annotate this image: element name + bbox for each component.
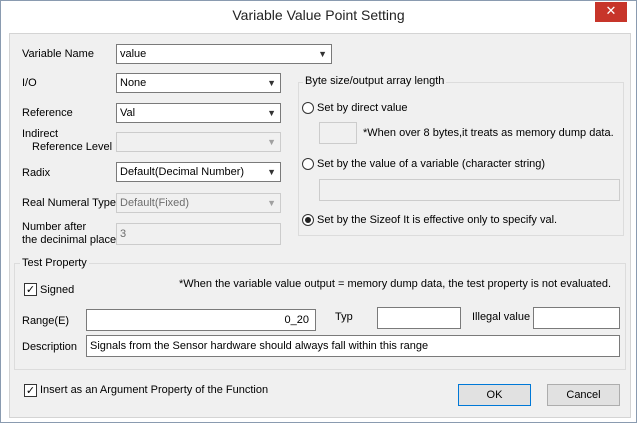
- test-property-note: *When the variable value output = memory…: [179, 278, 611, 290]
- reference-value: Val: [120, 107, 136, 119]
- radio-sizeof-label[interactable]: Set by the Sizeof It is effective only t…: [317, 214, 557, 226]
- close-button[interactable]: ✕: [595, 2, 627, 22]
- indirect-label-line1: Indirect: [22, 128, 59, 140]
- chevron-down-icon: ▼: [267, 78, 276, 88]
- variable-name-label: Variable Name: [22, 48, 94, 60]
- range-input[interactable]: 0_20: [86, 309, 316, 331]
- dialog-body: Variable Name value ▼ I/O None ▼ Referen…: [9, 33, 631, 418]
- illegal-value-input[interactable]: [533, 307, 620, 329]
- ok-button[interactable]: OK: [458, 384, 531, 406]
- direct-value-note: *When over 8 bytes,it treats as memory d…: [363, 127, 614, 139]
- reference-label: Reference: [22, 107, 73, 119]
- chevron-down-icon: ▼: [267, 198, 276, 208]
- close-icon: ✕: [605, 4, 617, 19]
- radix-label: Radix: [22, 167, 51, 179]
- radix-value: Default(Decimal Number): [120, 166, 245, 178]
- real-numeral-type-value: Default(Fixed): [120, 197, 190, 209]
- io-combo[interactable]: None ▼: [116, 73, 281, 93]
- chevron-down-icon: ▼: [267, 108, 276, 118]
- checkmark-icon: ✓: [25, 283, 36, 296]
- radio-direct-value-label[interactable]: Set by direct value: [317, 102, 408, 114]
- direct-value-input[interactable]: [319, 122, 357, 144]
- radix-combo[interactable]: Default(Decimal Number) ▼: [116, 162, 281, 182]
- decimal-places-input[interactable]: 3: [116, 223, 281, 245]
- real-numeral-type-label: Real Numeral Type: [22, 197, 116, 209]
- range-label: Range(E): [22, 315, 70, 327]
- title-bar[interactable]: Variable Value Point Setting ✕: [1, 1, 636, 33]
- cancel-button[interactable]: Cancel: [547, 384, 620, 406]
- indirect-label-line2: Reference Level: [32, 141, 113, 153]
- byte-size-group-title: Byte size/output array length: [303, 75, 447, 87]
- description-input[interactable]: Signals from the Sensor hardware should …: [86, 335, 620, 357]
- illegal-value-label: Illegal value: [472, 311, 531, 323]
- signed-checkbox[interactable]: ✓: [24, 283, 37, 296]
- test-property-group-title: Test Property: [20, 257, 89, 269]
- radio-variable-value[interactable]: [302, 158, 314, 170]
- dialog-title: Variable Value Point Setting: [232, 7, 405, 23]
- io-label: I/O: [22, 77, 37, 89]
- description-label: Description: [22, 341, 78, 353]
- chevron-down-icon: ▼: [267, 167, 276, 177]
- insert-argument-label[interactable]: Insert as an Argument Property of the Fu…: [40, 384, 268, 396]
- radio-variable-value-label[interactable]: Set by the value of a variable (characte…: [317, 158, 545, 170]
- radio-direct-value[interactable]: [302, 102, 314, 114]
- chevron-down-icon: ▼: [267, 137, 276, 147]
- real-numeral-type-combo[interactable]: Default(Fixed) ▼: [116, 193, 281, 213]
- io-value: None: [120, 77, 147, 89]
- typ-input[interactable]: [377, 307, 461, 329]
- dialog-window: Variable Value Point Setting ✕ Variable …: [0, 0, 637, 423]
- decimal-places-label-line1: Number after: [22, 221, 87, 233]
- chevron-down-icon: ▼: [318, 49, 327, 59]
- typ-label: Typ: [335, 311, 353, 323]
- insert-argument-checkbox[interactable]: ✓: [24, 384, 37, 397]
- variable-name-value: value: [120, 48, 147, 60]
- decimal-places-label-line2: the decinimal place: [22, 234, 117, 246]
- reference-combo[interactable]: Val ▼: [116, 103, 281, 123]
- checkmark-icon: ✓: [25, 384, 36, 397]
- variable-name-combo[interactable]: value ▼: [116, 44, 332, 64]
- signed-label[interactable]: Signed: [40, 284, 74, 296]
- radio-sizeof[interactable]: [302, 214, 314, 226]
- variable-value-input[interactable]: [319, 179, 620, 201]
- indirect-reference-combo[interactable]: ▼: [116, 132, 281, 152]
